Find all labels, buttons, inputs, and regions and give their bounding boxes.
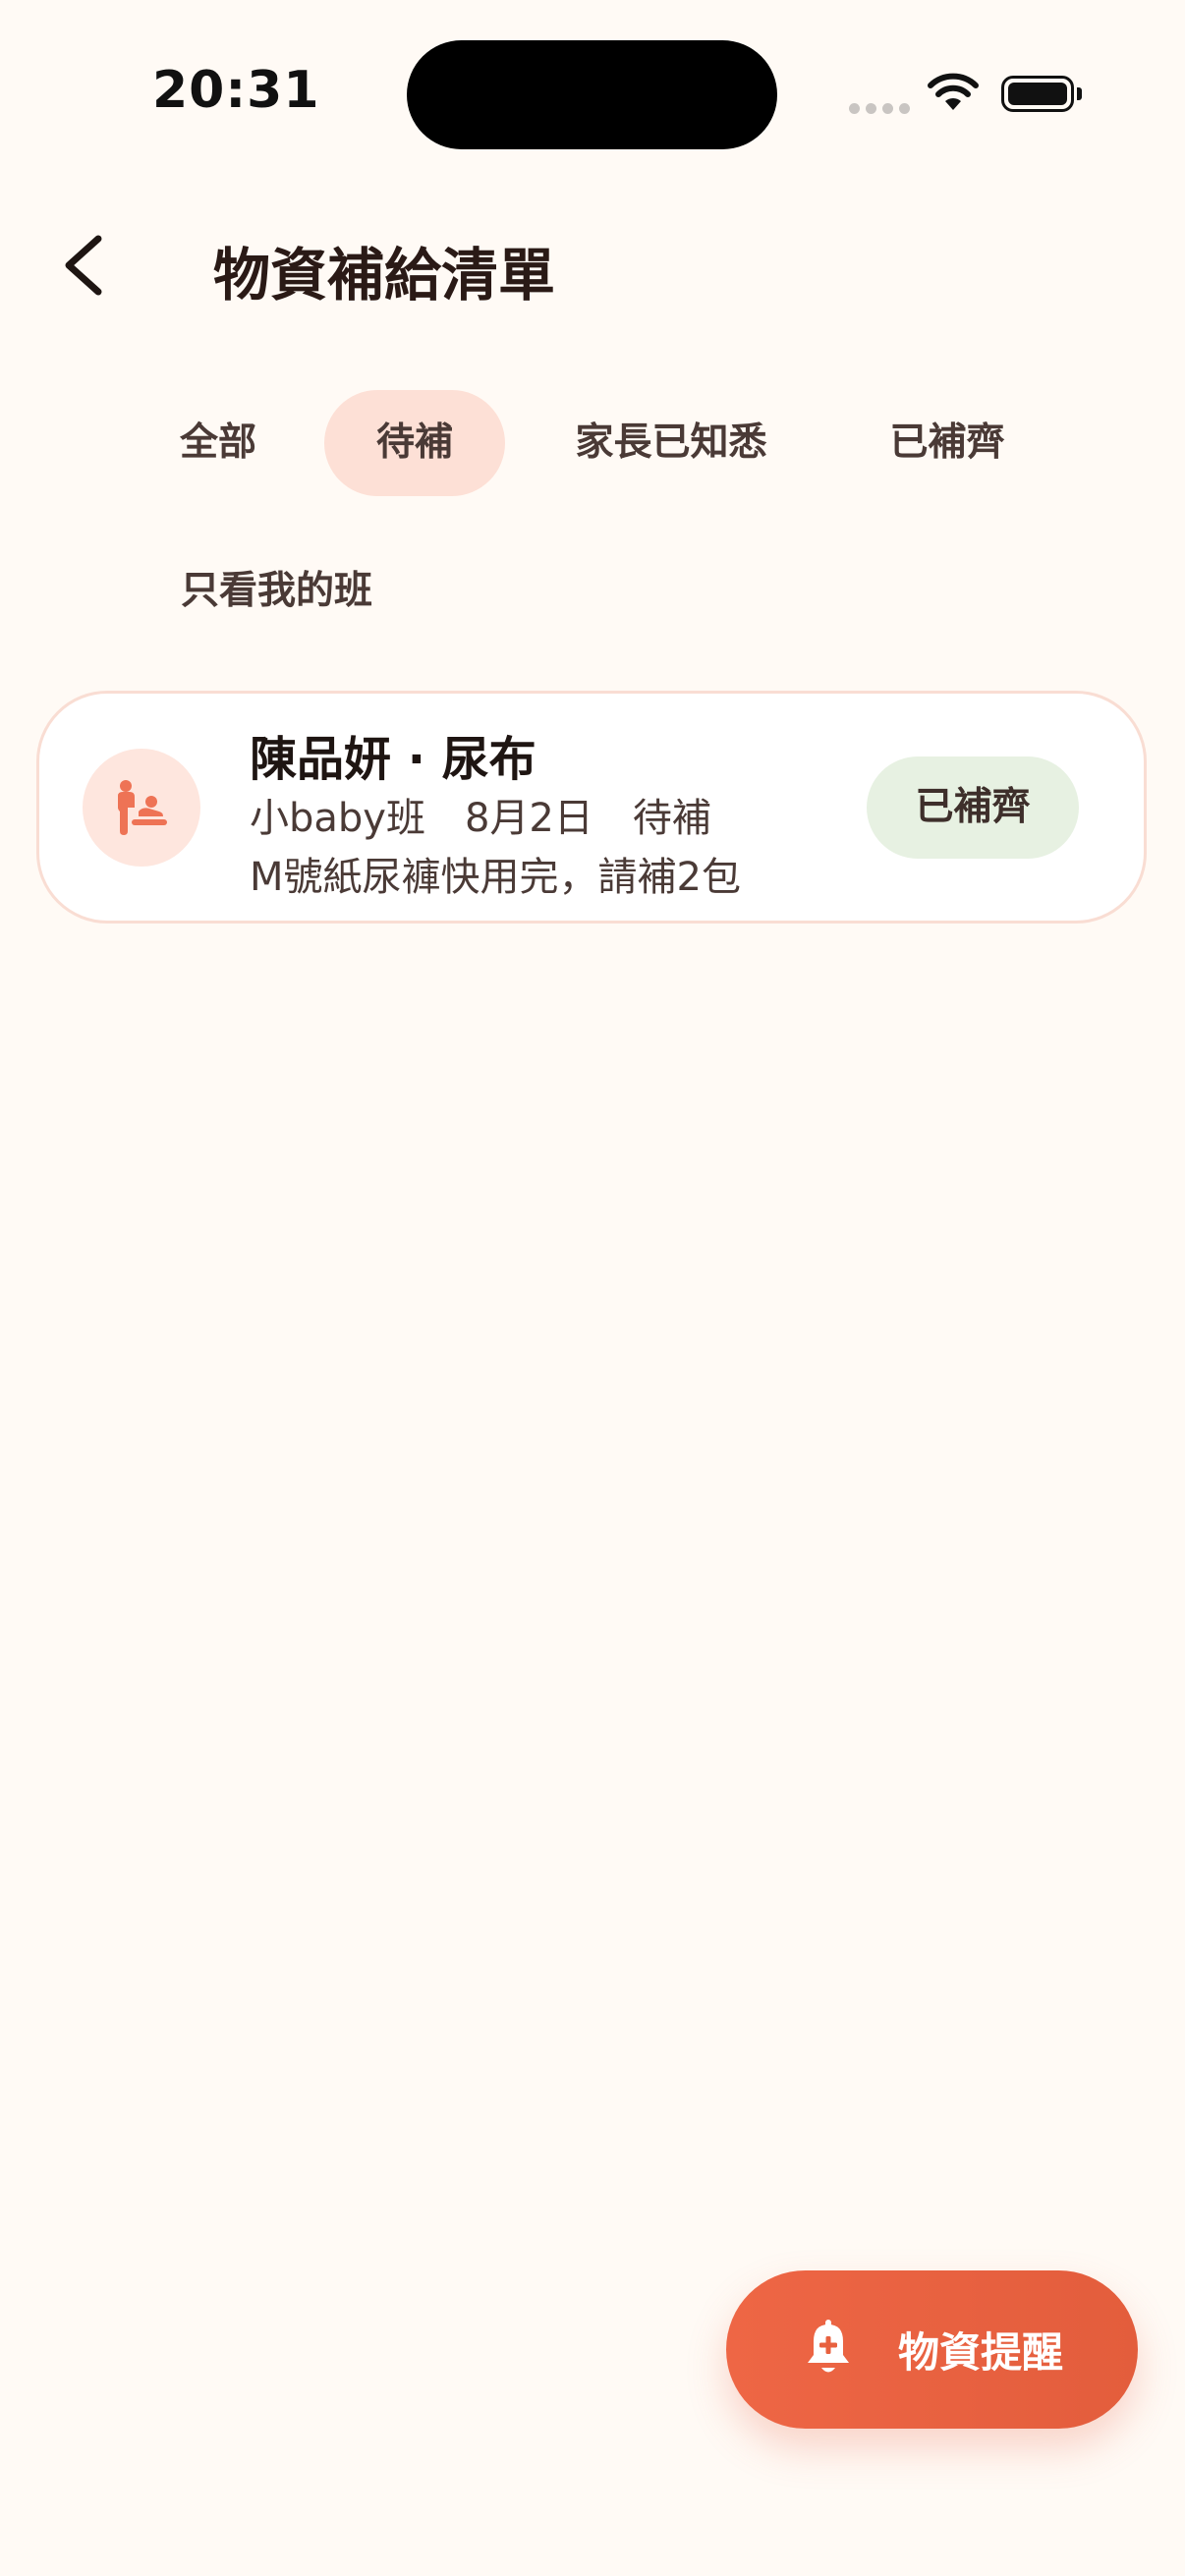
wifi-icon — [928, 73, 979, 110]
status-time: 20:31 — [152, 61, 320, 120]
baby-changing-icon — [118, 780, 167, 835]
item-note: M號紙尿褲快用完，請補2包 — [250, 855, 741, 900]
item-title: 陳品妍 · 尿布 — [250, 732, 536, 787]
battery-icon — [1001, 76, 1074, 112]
fab-label: 物資提醒 — [898, 2328, 1064, 2377]
mark-restocked-button[interactable]: 已補齊 — [867, 756, 1079, 859]
battery-tip — [1077, 87, 1082, 100]
tab-pending[interactable]: 待補 — [324, 390, 505, 496]
tab-parent-notified[interactable]: 家長已知悉 — [546, 390, 796, 496]
tab-all[interactable]: 全部 — [157, 390, 279, 496]
my-class-filter-toggle[interactable]: 只看我的班 — [181, 560, 372, 615]
back-chevron-icon[interactable] — [57, 231, 116, 300]
item-meta: 小baby班 8月2日 待補 — [250, 796, 711, 841]
tab-restocked[interactable]: 已補齊 — [861, 390, 1034, 496]
supply-reminder-button[interactable]: 物資提醒 — [726, 2270, 1138, 2429]
bell-plus-icon — [808, 2320, 849, 2373]
page-title: 物資補給清單 — [213, 242, 556, 308]
item-avatar — [83, 749, 200, 867]
dynamic-island — [407, 40, 777, 149]
cellular-signal-icon — [849, 103, 910, 114]
